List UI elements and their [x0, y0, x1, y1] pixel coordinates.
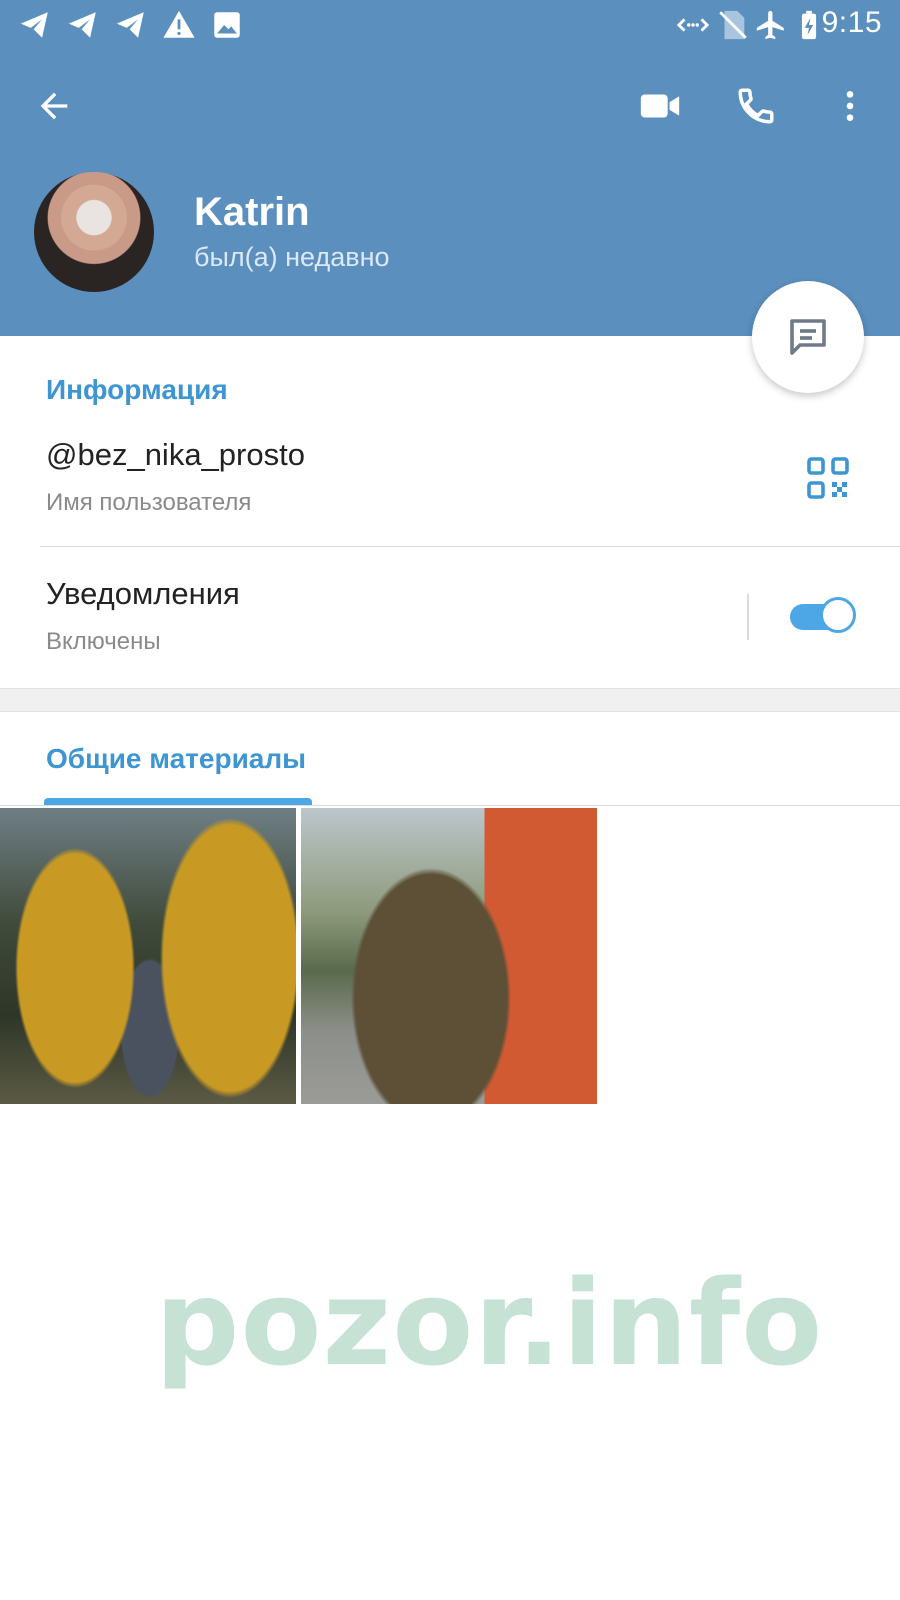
media-thumbnail[interactable]: [301, 808, 597, 1104]
no-sim-icon: [719, 10, 747, 40]
profile-name: Katrin: [194, 190, 310, 234]
arrow-left-icon: [40, 92, 68, 120]
airplane-icon: [756, 10, 784, 40]
divider: [747, 594, 749, 640]
message-icon: [790, 319, 826, 355]
tab-shared-media[interactable]: Общие материалы: [46, 743, 306, 775]
telegram-icon: [68, 12, 96, 38]
notifications-toggle[interactable]: [790, 597, 856, 637]
call-button[interactable]: [726, 76, 786, 136]
avatar[interactable]: [34, 172, 154, 292]
qr-code-button[interactable]: [804, 454, 852, 502]
back-button[interactable]: [24, 76, 84, 136]
profile-status: был(а) недавно: [194, 242, 390, 272]
watermark: pozor.info: [155, 1254, 824, 1392]
divider: [40, 546, 900, 547]
tab-indicator: [44, 798, 312, 805]
telegram-icon: [116, 12, 144, 38]
data-transfer-icon: [676, 18, 710, 32]
send-message-button[interactable]: [752, 281, 864, 393]
telegram-icon: [20, 12, 48, 38]
video-camera-icon: [640, 94, 680, 118]
notifications-title[interactable]: Уведомления: [46, 576, 240, 612]
status-time: 9:15: [821, 6, 882, 39]
warning-icon: [163, 10, 195, 38]
profile-header: [0, 0, 900, 336]
more-options-button[interactable]: [820, 76, 880, 136]
username-value[interactable]: @bez_nika_prosto: [46, 437, 305, 473]
status-bar: 9:15: [0, 0, 900, 48]
toggle-knob: [820, 597, 856, 633]
info-section-title: Информация: [46, 374, 228, 405]
phone-icon: [738, 88, 774, 124]
more-vertical-icon: [846, 91, 854, 121]
username-label: Имя пользователя: [46, 489, 252, 516]
notifications-status: Включены: [46, 628, 161, 655]
divider: [0, 805, 900, 806]
qr-code-icon: [807, 457, 849, 499]
section-separator: [0, 688, 900, 712]
image-icon: [214, 12, 240, 38]
video-call-button[interactable]: [630, 76, 690, 136]
media-thumbnail[interactable]: [0, 808, 296, 1104]
